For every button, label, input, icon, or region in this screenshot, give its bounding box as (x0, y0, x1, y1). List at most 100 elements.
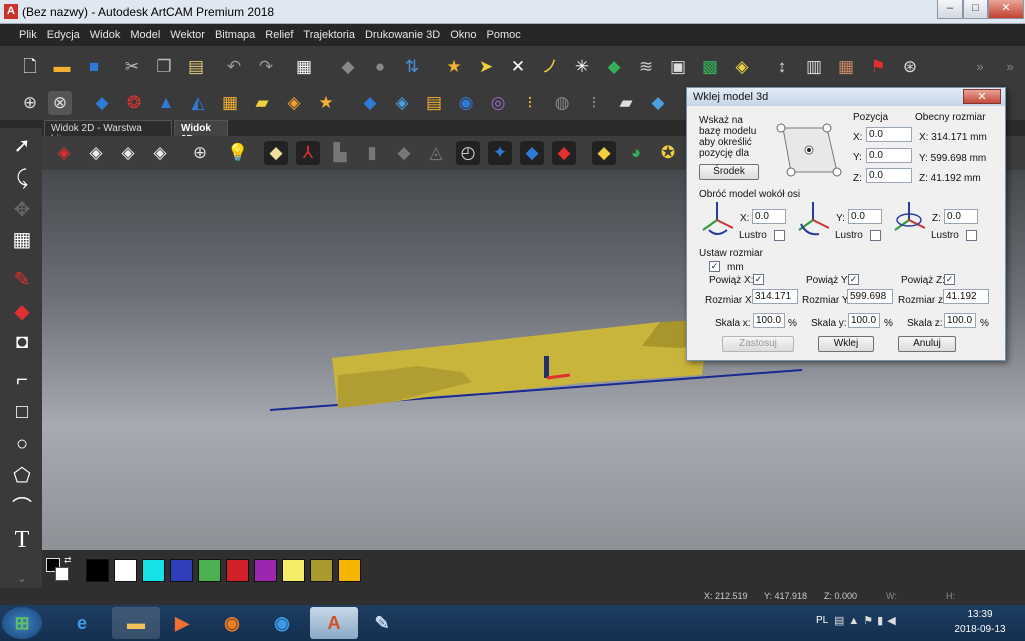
scale-z-input[interactable]: 100.0 (944, 313, 976, 328)
offset-icon[interactable]: ◎ (486, 91, 510, 115)
clock-icon[interactable]: ◴ (456, 141, 480, 165)
language-indicator[interactable]: PL (816, 615, 828, 626)
firefox-icon[interactable]: ◉ (208, 607, 256, 639)
extrude-icon[interactable]: ◉ (454, 91, 478, 115)
wrap-icon[interactable]: ⊗ (48, 91, 72, 115)
mirror-x-checkbox[interactable] (774, 230, 785, 241)
mesh-icon[interactable]: ▦ (8, 226, 36, 254)
center-button[interactable]: Środek (699, 164, 759, 180)
sort-icon[interactable]: ⇅ (400, 55, 424, 79)
relief-red-icon[interactable]: ❂ (122, 91, 146, 115)
cancel-button[interactable]: Anuluj (898, 336, 956, 352)
circle-icon[interactable]: ○ (8, 430, 36, 458)
surface-icon[interactable]: ◆ (264, 141, 288, 165)
tiles-icon[interactable]: ▩ (698, 55, 722, 79)
drop-icon[interactable]: ⁝ (582, 91, 606, 115)
axes-icon[interactable]: ⅄ (296, 141, 320, 165)
swap-colors-icon[interactable]: ⇄ (64, 555, 72, 566)
save-icon[interactable]: ■ (82, 55, 106, 79)
polygon-icon[interactable]: ⬠ (8, 462, 36, 490)
height-icon[interactable]: ↕ (770, 55, 794, 79)
clock-date[interactable]: 2018-09-13 (950, 624, 1010, 635)
block-icon[interactable]: ◆ (392, 141, 416, 165)
cube-front-icon[interactable]: ◈ (84, 141, 108, 165)
scale-x-input[interactable]: 100.0 (753, 313, 785, 328)
cube-right-icon[interactable]: ◈ (148, 141, 172, 165)
start-button[interactable]: ⊞ (2, 607, 42, 639)
tab-3d-view[interactable]: Widok 3D (174, 120, 228, 145)
mirror-y-checkbox[interactable] (870, 230, 881, 241)
eraser-icon[interactable]: ◆ (336, 55, 360, 79)
node-edit-icon[interactable]: ✕ (506, 55, 530, 79)
undo-icon[interactable]: ↶ (222, 55, 246, 79)
flat-blue-icon[interactable]: ◆ (358, 91, 382, 115)
color-swatch[interactable] (226, 559, 249, 582)
chevron-right-icon[interactable]: » (968, 55, 992, 79)
rot-z-input[interactable]: 0.0 (944, 209, 978, 224)
chevron-right-icon[interactable]: » (998, 55, 1022, 79)
cube-iso-icon[interactable]: ◈ (52, 141, 76, 165)
transform-icon[interactable]: ✥ (8, 196, 36, 224)
link-x-checkbox[interactable]: ✓ (753, 274, 764, 285)
menu-item-5[interactable]: Bitmapa (210, 24, 260, 46)
menu-item-9[interactable]: Okno (445, 24, 481, 46)
minimize-button[interactable]: – (937, 0, 963, 19)
grid-icon[interactable]: ▦ (834, 55, 858, 79)
paint-icon[interactable]: ✎ (358, 607, 406, 639)
fill-icon[interactable]: ◆ (8, 298, 36, 326)
pattern-icon[interactable]: ◈ (282, 91, 306, 115)
lasso-icon[interactable]: ◘ (8, 328, 36, 356)
relief-stairs-icon[interactable]: ◭ (186, 91, 210, 115)
notes-icon[interactable]: ▦ (292, 55, 316, 79)
artcam-icon[interactable]: A (4, 4, 18, 19)
artcam-taskbar-icon[interactable]: A (310, 607, 358, 639)
rot-y-input[interactable]: 0.0 (848, 209, 882, 224)
plane-icon[interactable]: ◆ (646, 91, 670, 115)
menu-item-4[interactable]: Wektor (165, 24, 210, 46)
stamp-icon[interactable]: ● (368, 55, 392, 79)
copy-icon[interactable]: ❐ (152, 55, 176, 79)
macro-icon[interactable]: ⊛ (898, 55, 922, 79)
file-explorer-icon[interactable]: ▬ (112, 607, 160, 639)
smooth-icon[interactable]: ▰ (250, 91, 274, 115)
bricks-icon[interactable]: ▙ (328, 141, 352, 165)
color-swatch[interactable] (86, 559, 109, 582)
toolpath-icon[interactable]: ◬ (424, 141, 448, 165)
texture-icon[interactable]: ▦ (218, 91, 242, 115)
clock-time[interactable]: 13:39 (960, 609, 1000, 620)
paste-icon[interactable]: ▤ (184, 55, 208, 79)
color-swatch[interactable] (198, 559, 221, 582)
zoom-icon[interactable]: ⊕ (188, 141, 212, 165)
media-player-icon[interactable]: ▶ (158, 607, 206, 639)
star-blue-icon[interactable]: ✦ (488, 141, 512, 165)
sculpt-icon[interactable]: ◍ (550, 91, 574, 115)
link-z-checkbox[interactable]: ✓ (944, 274, 955, 285)
cylinder-icon[interactable]: ▮ (360, 141, 384, 165)
arrow-vector-icon[interactable]: ➤ (474, 55, 498, 79)
burst-icon[interactable]: ✳ (570, 55, 594, 79)
size-z-input[interactable]: 41.192 (943, 289, 989, 304)
rot-x-input[interactable]: 0.0 (752, 209, 786, 224)
dialog-close-button[interactable]: ✕ (963, 89, 1001, 104)
menu-item-0[interactable]: Plik (14, 24, 42, 46)
relief-peak-icon[interactable]: ▲ (154, 91, 178, 115)
menu-item-7[interactable]: Trajektoria (298, 24, 360, 46)
flag-icon[interactable]: ⚑ (866, 55, 890, 79)
pencil-icon[interactable]: ✎ (8, 266, 36, 294)
apply-button[interactable]: Zastosuj (722, 336, 794, 352)
color-swatch[interactable] (254, 559, 277, 582)
plane-blue-icon[interactable]: ◆ (520, 141, 544, 165)
menu-item-1[interactable]: Edycja (42, 24, 85, 46)
tool-icon[interactable]: ▰ (614, 91, 638, 115)
curve-icon[interactable]: ノ (538, 55, 562, 79)
pos-z-input[interactable]: 0.0 (866, 168, 912, 183)
mirror-z-checkbox[interactable] (966, 230, 977, 241)
polyline-icon[interactable]: ⌐ (8, 366, 36, 394)
background-color-swatch[interactable] (55, 567, 69, 581)
cut-icon[interactable]: ✂ (120, 55, 144, 79)
menu-item-3[interactable]: Model (125, 24, 165, 46)
layer-stack-icon[interactable]: ≋ (634, 55, 658, 79)
pos-x-input[interactable]: 0.0 (866, 127, 912, 142)
redo-icon[interactable]: ↷ (254, 55, 278, 79)
internet-explorer-icon[interactable]: e (58, 607, 106, 639)
